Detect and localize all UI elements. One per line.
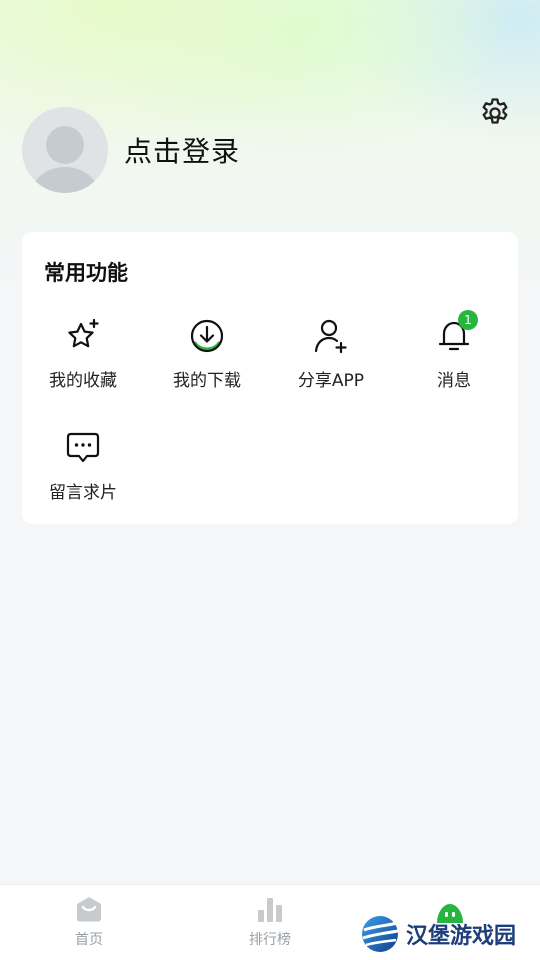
favorites-button[interactable]: 我的收藏 (23, 316, 143, 391)
download-icon (190, 319, 224, 353)
home-icon (77, 897, 101, 922)
star-sparkle-icon (68, 318, 99, 348)
share-app-label: 分享APP (297, 371, 365, 391)
bar-chart-icon (258, 898, 282, 922)
request-movie-button[interactable]: 留言求片 (23, 428, 143, 503)
user-add-icon (314, 319, 347, 354)
watermark: 汉堡游戏园 (360, 912, 530, 956)
tab-ranking[interactable]: 排行榜 (210, 895, 330, 949)
tab-home-label: 首页 (75, 932, 103, 948)
message-badge: 1 (458, 310, 478, 330)
downloads-label: 我的下载 (173, 371, 241, 391)
messages-label: 消息 (437, 371, 471, 391)
section-title: 常用功能 (44, 261, 128, 285)
login-link[interactable]: 点击登录 (124, 132, 240, 172)
globe-logo-icon (362, 916, 399, 952)
downloads-button[interactable]: 我的下载 (147, 316, 267, 391)
tab-ranking-label: 排行榜 (249, 932, 291, 948)
favorites-label: 我的收藏 (49, 371, 117, 391)
chat-bubble-icon (66, 432, 100, 463)
avatar[interactable] (22, 107, 108, 193)
default-avatar-icon (32, 126, 98, 193)
gear-icon (482, 98, 508, 124)
tab-home[interactable]: 首页 (29, 895, 149, 949)
watermark-text: 汉堡游戏园 (406, 923, 517, 949)
messages-button[interactable]: 1 消息 (394, 310, 514, 391)
request-movie-label: 留言求片 (49, 483, 117, 503)
share-app-button[interactable]: 分享APP (271, 316, 391, 391)
common-functions-card: 常用功能 我的收藏 我的下载 分享APP 1 消息 留言求片 (22, 232, 518, 524)
settings-button[interactable] (476, 94, 514, 132)
